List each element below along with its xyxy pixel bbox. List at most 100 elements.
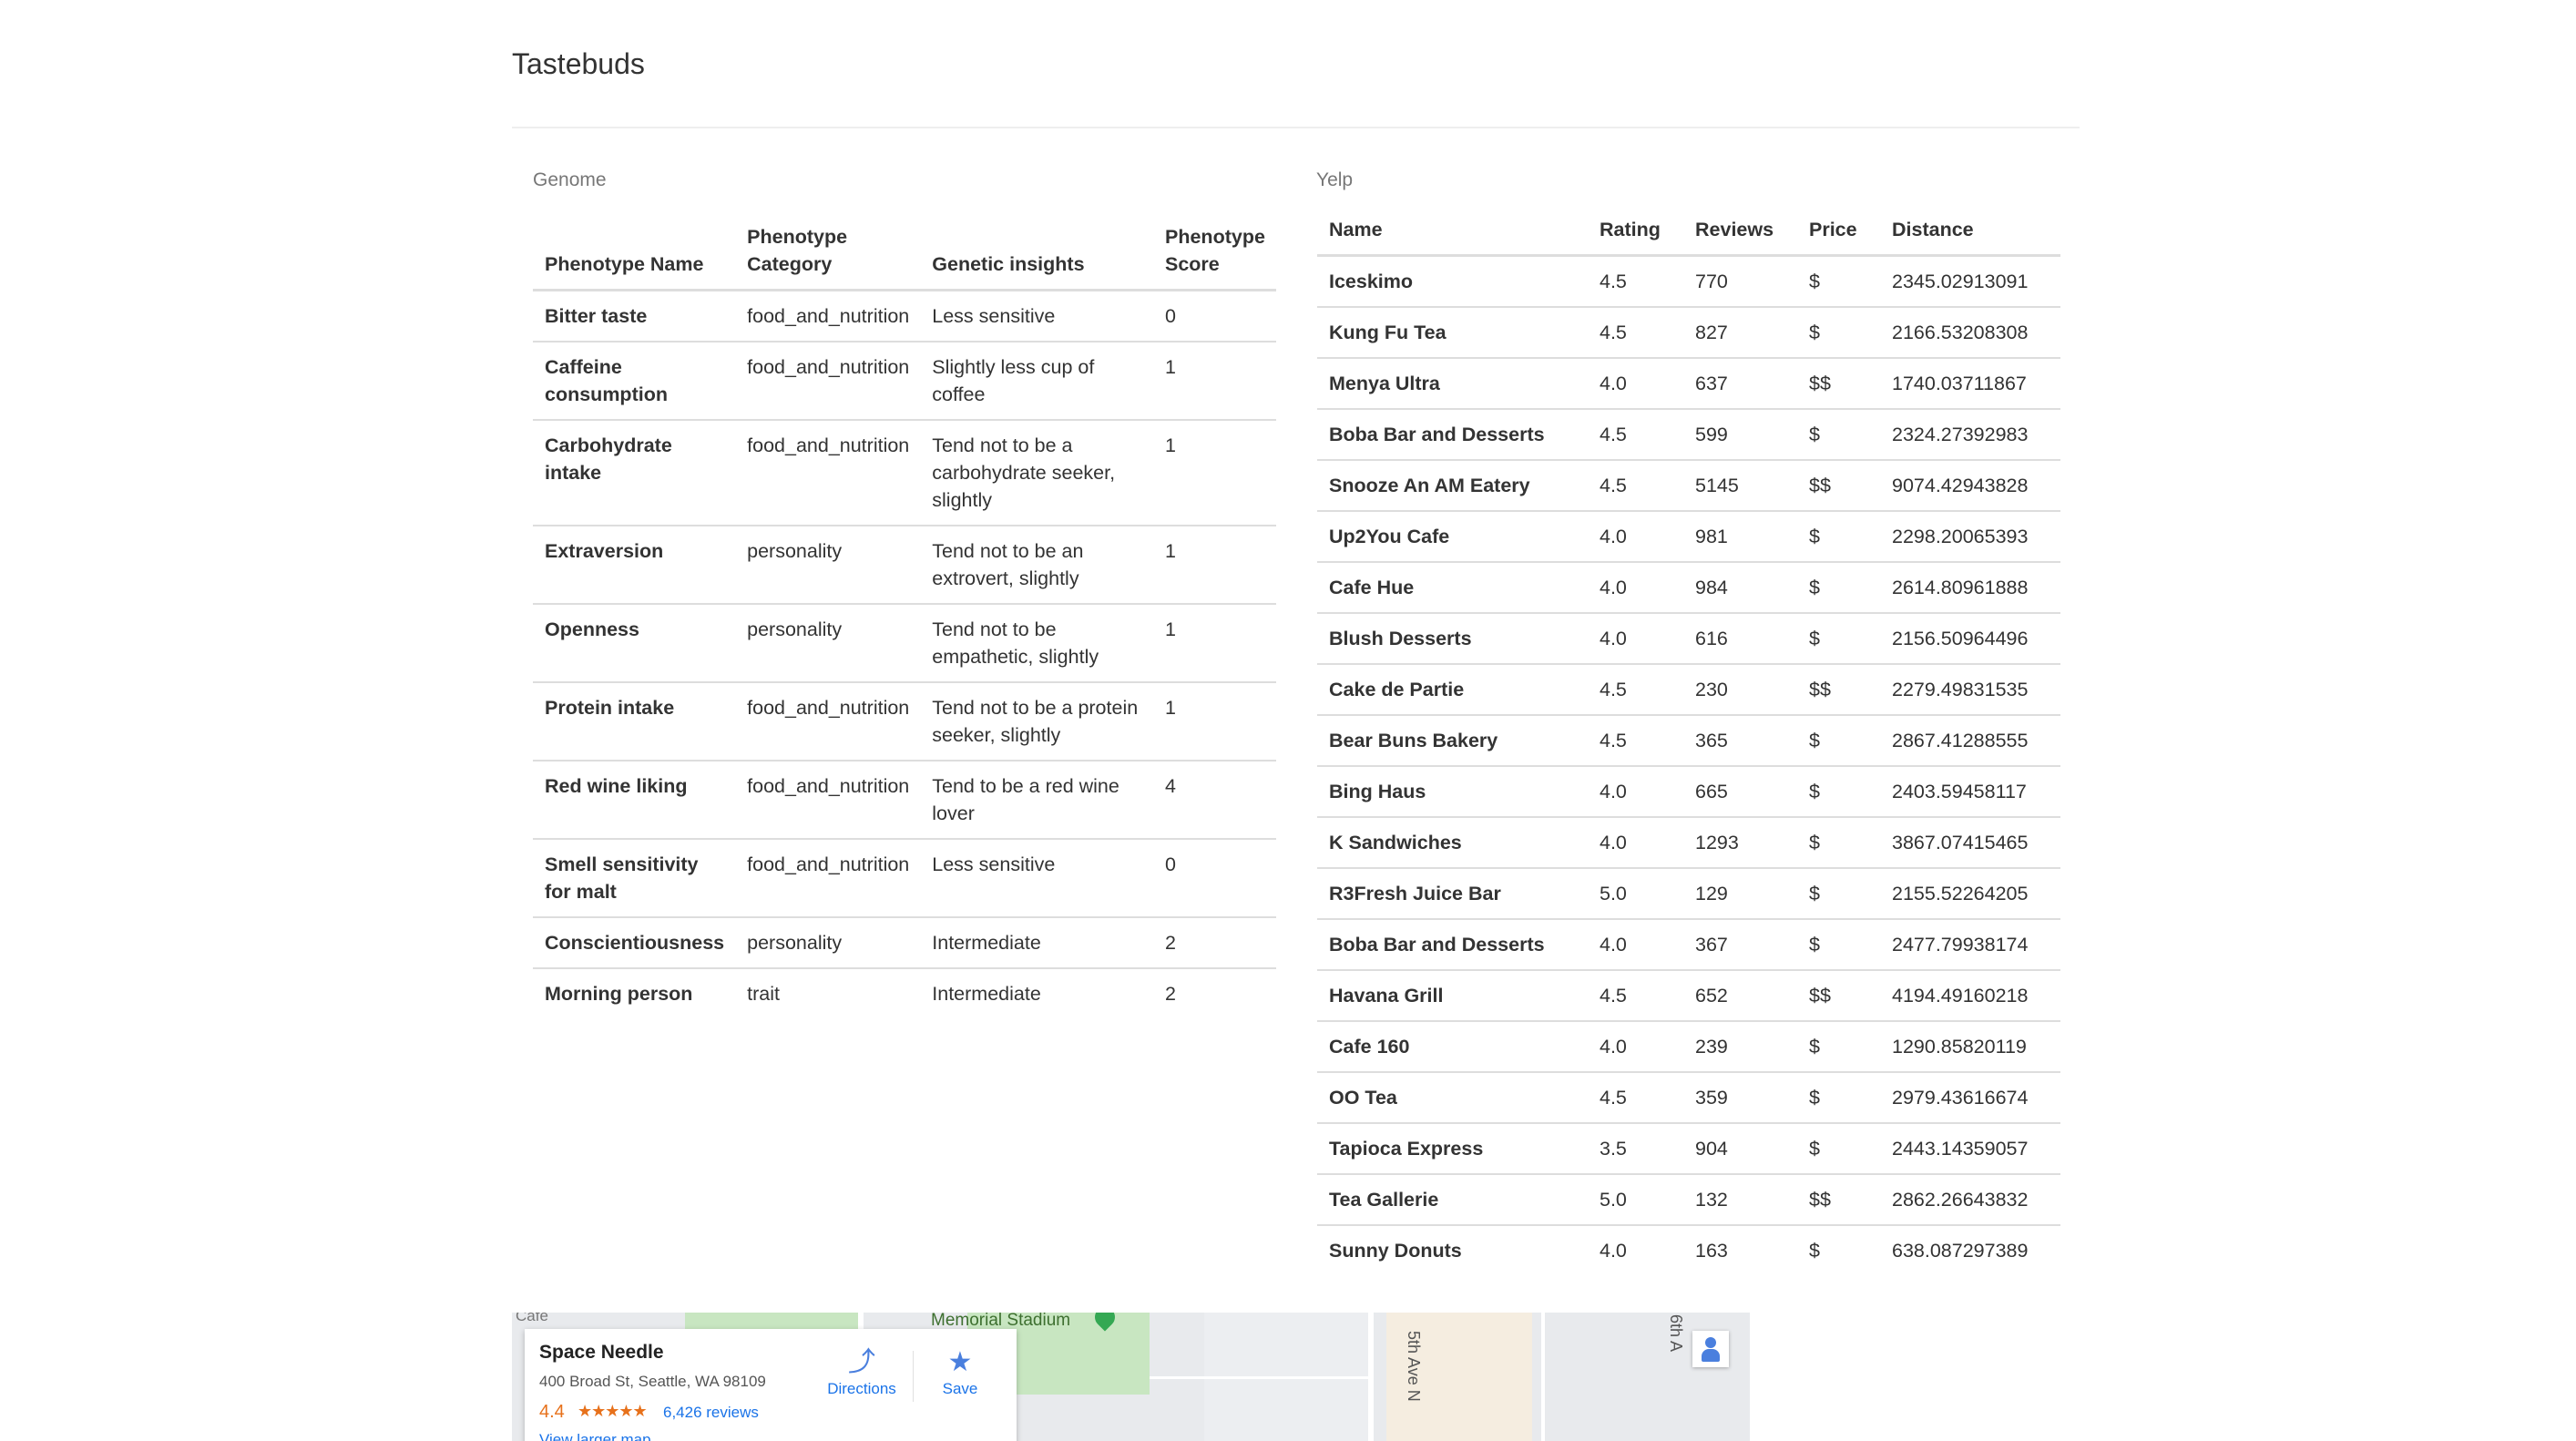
table-cell: 4.0 [1588,612,1683,664]
map-road [1150,1376,1368,1379]
yelp-row: Boba Bar and Desserts 4.0 367 $2477.7993817… [1317,918,2060,970]
yelp-row: Kung Fu Tea 4.5 827 $2166.53208308 [1317,306,2060,358]
table-cell: $ [1797,816,1880,868]
table-cell: 2614.80961888 [1880,561,2060,613]
genome-row: Carbohydrate intake food_and_nutrition Ten… [533,419,1276,526]
yelp-row: Boba Bar and Desserts 4.5 599 $2324.2739298… [1317,408,2060,460]
table-cell: $ [1797,765,1880,817]
table-cell: food_and_nutrition [735,419,921,526]
map-label: Memorial Stadium [931,1313,1071,1330]
table-cell: R3Fresh Juice Bar [1317,867,1588,919]
place-info-card: Space Needle 400 Broad St, Seattle, WA 9… [525,1329,1017,1441]
table-cell: 2 [1153,916,1276,968]
save-button[interactable]: ★ Save [915,1349,1006,1398]
table-cell: personality [735,525,921,604]
table-cell: 4.5 [1588,1071,1683,1123]
table-cell: $ [1797,867,1880,919]
street-label: 6th A [1667,1314,1685,1353]
table-cell: food_and_nutrition [735,838,921,917]
yelp-table-body: Iceskimo 4.5 770 $2345.02913091 Kung Fu Tea 4… [1317,256,2060,1275]
table-cell: 4.0 [1588,1020,1683,1072]
embedded-map[interactable]: Cafe Memorial Stadium 5th Ave N 6th A Sp… [512,1313,1750,1441]
table-cell: 0 [1165,305,1176,327]
table-cell: 4.5 [1588,714,1683,766]
table-cell: Smell sensitivity for malt [533,838,736,917]
table-cell: 4.5 [1588,306,1683,358]
table-cell: $ [1797,510,1880,562]
table-cell: 359 [1683,1071,1797,1123]
yelp-row: Bing Haus 4.0 665 $2403.59458117 [1317,765,2060,817]
table-cell: $$ [1797,459,1880,511]
table-cell: Cafe 160 [1317,1020,1588,1072]
column-header: Phenotype Name [533,212,736,291]
table-cell: Less sensitive [932,305,1056,327]
yelp-row: Blush Desserts 4.0 616 $2156.50964496 [1317,612,2060,664]
table-cell: 2862.26643832 [1880,1173,2060,1225]
yelp-table: Name Rating Reviews Price Distance Icesk… [1317,205,2060,1275]
table-cell: 132 [1683,1173,1797,1225]
column-header: Genetic insights [920,212,1153,291]
table-cell: 665 [1683,765,1797,817]
table-cell: 4.5 [1588,969,1683,1021]
table-cell: $ [1797,1071,1880,1123]
table-cell: 4.5 [1600,271,1627,292]
street-view-icon[interactable] [1692,1331,1729,1367]
table-cell: 4.0 [1588,561,1683,613]
table-cell: Blush Desserts [1317,612,1588,664]
column-header: Phenotype Score [1153,212,1276,291]
table-cell: 904 [1683,1122,1797,1174]
genome-table-body: Bitter taste food_and_nutrition Less sensi… [533,291,1276,1018]
view-larger-map-link[interactable]: View larger map [539,1431,651,1441]
table-cell: 2324.27392983 [1880,408,2060,460]
table-cell: 239 [1683,1020,1797,1072]
place-rating: 4.4 [539,1402,565,1422]
table-cell: personality [735,603,921,682]
yelp-row: Up2You Cafe 4.0 981 $2298.20065393 [1317,510,2060,562]
genome-row: Protein intake food_and_nutrition Tend not… [533,681,1276,761]
table-cell: 4 [1153,760,1276,839]
genome-row: Red wine liking food_and_nutrition Tend to… [533,760,1276,839]
reviews-link[interactable]: 6,426 reviews [663,1404,759,1422]
yelp-header-row: Name Rating Reviews Price Distance [1317,205,2060,257]
table-cell: 637 [1683,357,1797,409]
table-cell: Kung Fu Tea [1317,306,1588,358]
table-cell: 4.0 [1588,357,1683,409]
map-road [1541,1313,1545,1441]
table-cell: food_and_nutrition [735,341,921,420]
table-cell: 0 [1153,838,1276,917]
map-road [1368,1313,1374,1441]
table-cell: $ [1797,612,1880,664]
table-cell: 1293 [1683,816,1797,868]
table-cell: Red wine liking [533,760,736,839]
genome-header-row: Phenotype Name Phenotype Category Geneti… [533,212,1276,291]
table-cell: Conscientiousness [533,916,736,968]
table-cell: 1 [1153,603,1276,682]
yelp-row: Snooze An AM Eatery 4.5 5145 $$ 9074.4294382… [1317,459,2060,511]
table-cell: 770 [1695,271,1728,292]
yelp-row: Cake de Partie 4.5 230 $$ 2279.49831535 [1317,663,2060,715]
table-cell: $$ [1797,969,1880,1021]
yelp-row: Tapioca Express 3.5 904 $2443.14359057 [1317,1122,2060,1174]
table-cell: food_and_nutrition [735,760,921,839]
pegman-body [1702,1349,1720,1362]
column-header: Reviews [1683,205,1797,257]
table-cell: Cafe Hue [1317,561,1588,613]
table-cell: 4.0 [1588,765,1683,817]
table-cell: 3867.07415465 [1880,816,2060,868]
directions-icon: ⤴ [848,1347,875,1377]
table-cell: 1 [1153,419,1276,526]
table-cell: Caffeine consumption [533,341,736,420]
genome-row: Morning person trait Intermediate 2 [533,967,1276,1018]
table-cell: $$ [1797,1173,1880,1225]
table-cell: 2156.50964496 [1880,612,2060,664]
table-cell: Tea Gallerie [1317,1173,1588,1225]
directions-button[interactable]: ⤴ Directions [816,1349,907,1398]
table-cell: 1 [1153,525,1276,604]
table-cell: 2279.49831535 [1880,663,2060,715]
yelp-heading: Yelp [1316,169,1354,190]
yelp-row: Bear Buns Bakery 4.5 365 $2867.41288555 [1317,714,2060,766]
genome-row: Caffeine consumption food_and_nutrition Sl… [533,341,1276,420]
yelp-row: Tea Gallerie 5.0 132 $$ 2862.26643832 [1317,1173,2060,1225]
table-cell: 1740.03711867 [1880,357,2060,409]
page-title: Tastebuds [512,47,645,80]
